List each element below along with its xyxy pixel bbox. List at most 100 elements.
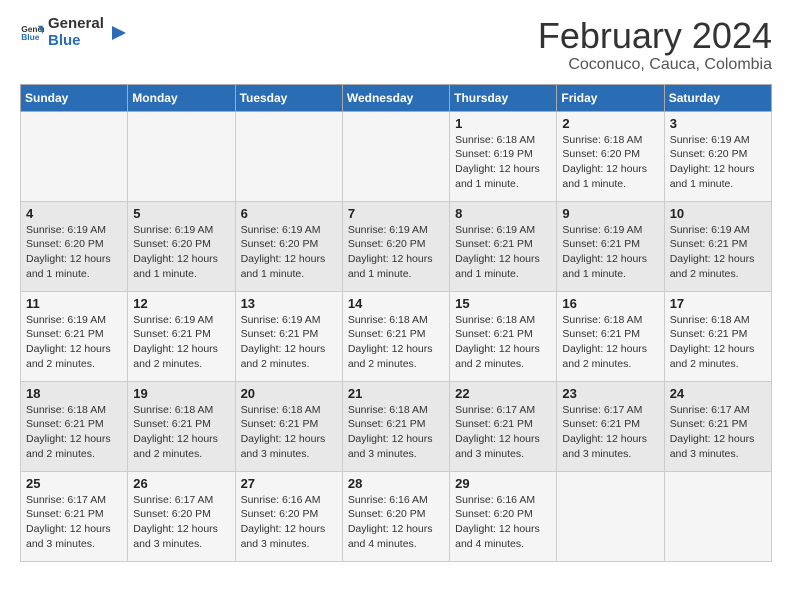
day-number: 27 bbox=[241, 476, 337, 491]
day-info: Sunrise: 6:17 AMSunset: 6:20 PMDaylight:… bbox=[133, 493, 229, 552]
day-info: Sunrise: 6:19 AMSunset: 6:21 PMDaylight:… bbox=[562, 223, 658, 282]
logo-icon: General Blue bbox=[20, 21, 44, 45]
day-number: 10 bbox=[670, 206, 766, 221]
calendar-cell bbox=[128, 111, 235, 201]
day-number: 11 bbox=[26, 296, 122, 311]
calendar-cell: 20 Sunrise: 6:18 AMSunset: 6:21 PMDayligh… bbox=[235, 381, 342, 471]
calendar-cell: 19Sunrise: 6:18 AMSunset: 6:21 PMDayligh… bbox=[128, 381, 235, 471]
day-number: 18 bbox=[26, 386, 122, 401]
calendar-week-row: 18 Sunrise: 6:18 AMSunset: 6:21 PMDayligh… bbox=[21, 381, 772, 471]
day-info: Sunrise: 6:18 AMSunset: 6:21 PMDaylight:… bbox=[26, 403, 122, 462]
day-info: Sunrise: 6:17 AMSunset: 6:21 PMDaylight:… bbox=[670, 403, 766, 462]
day-info: Sunrise: 6:17 AMSunset: 6:21 PMDaylight:… bbox=[26, 493, 122, 552]
svg-text:Blue: Blue bbox=[21, 32, 40, 42]
calendar-cell: 8Sunrise: 6:19 AMSunset: 6:21 PMDaylight… bbox=[450, 201, 557, 291]
day-number: 7 bbox=[348, 206, 444, 221]
calendar-cell bbox=[664, 471, 771, 561]
day-number: 16 bbox=[562, 296, 658, 311]
day-info: Sunrise: 6:18 AMSunset: 6:20 PMDaylight:… bbox=[562, 133, 658, 192]
logo-arrow-icon bbox=[108, 22, 130, 44]
day-info: Sunrise: 6:19 AMSunset: 6:20 PMDaylight:… bbox=[348, 223, 444, 282]
calendar-cell: 11 Sunrise: 6:19 AMSunset: 6:21 PMDayligh… bbox=[21, 291, 128, 381]
day-info: Sunrise: 6:17 AMSunset: 6:21 PMDaylight:… bbox=[562, 403, 658, 462]
day-number: 20 bbox=[241, 386, 337, 401]
day-info: Sunrise: 6:18 AMSunset: 6:21 PMDaylight:… bbox=[348, 403, 444, 462]
calendar-cell: 12 Sunrise: 6:19 AMSunset: 6:21 PMDayligh… bbox=[128, 291, 235, 381]
day-info: Sunrise: 6:19 AMSunset: 6:20 PMDaylight:… bbox=[26, 223, 122, 282]
calendar-cell: 24 Sunrise: 6:17 AMSunset: 6:21 PMDayligh… bbox=[664, 381, 771, 471]
day-info: Sunrise: 6:16 AMSunset: 6:20 PMDaylight:… bbox=[241, 493, 337, 552]
day-info: Sunrise: 6:19 AMSunset: 6:20 PMDaylight:… bbox=[670, 133, 766, 192]
calendar-cell: 6 Sunrise: 6:19 AMSunset: 6:20 PMDaylight… bbox=[235, 201, 342, 291]
calendar-table: SundayMondayTuesdayWednesdayThursdayFrid… bbox=[20, 84, 772, 562]
day-number: 17 bbox=[670, 296, 766, 311]
day-info: Sunrise: 6:16 AMSunset: 6:20 PMDaylight:… bbox=[348, 493, 444, 552]
day-number: 12 bbox=[133, 296, 229, 311]
calendar-cell: 4 Sunrise: 6:19 AMSunset: 6:20 PMDaylight… bbox=[21, 201, 128, 291]
day-number: 29 bbox=[455, 476, 551, 491]
calendar-cell: 16 Sunrise: 6:18 AMSunset: 6:21 PMDayligh… bbox=[557, 291, 664, 381]
calendar-header-monday: Monday bbox=[128, 84, 235, 111]
calendar-week-row: 11 Sunrise: 6:19 AMSunset: 6:21 PMDayligh… bbox=[21, 291, 772, 381]
calendar-header-tuesday: Tuesday bbox=[235, 84, 342, 111]
logo: General Blue General Blue bbox=[20, 16, 130, 49]
day-number: 3 bbox=[670, 116, 766, 131]
calendar-header-thursday: Thursday bbox=[450, 84, 557, 111]
title-area: February 2024 Coconuco, Cauca, Colombia bbox=[538, 16, 772, 74]
calendar-cell: 15Sunrise: 6:18 AMSunset: 6:21 PMDayligh… bbox=[450, 291, 557, 381]
day-number: 25 bbox=[26, 476, 122, 491]
day-number: 22 bbox=[455, 386, 551, 401]
calendar-cell: 25 Sunrise: 6:17 AMSunset: 6:21 PMDayligh… bbox=[21, 471, 128, 561]
day-info: Sunrise: 6:18 AMSunset: 6:21 PMDaylight:… bbox=[241, 403, 337, 462]
calendar-week-row: 1 Sunrise: 6:18 AMSunset: 6:19 PMDaylight… bbox=[21, 111, 772, 201]
day-number: 21 bbox=[348, 386, 444, 401]
header: General Blue General Blue February 2024 … bbox=[20, 16, 772, 74]
day-info: Sunrise: 6:18 AMSunset: 6:21 PMDaylight:… bbox=[562, 313, 658, 372]
day-info: Sunrise: 6:19 AMSunset: 6:20 PMDaylight:… bbox=[241, 223, 337, 282]
calendar-week-row: 25 Sunrise: 6:17 AMSunset: 6:21 PMDayligh… bbox=[21, 471, 772, 561]
calendar-cell: 27 Sunrise: 6:16 AMSunset: 6:20 PMDayligh… bbox=[235, 471, 342, 561]
day-info: Sunrise: 6:18 AMSunset: 6:21 PMDaylight:… bbox=[670, 313, 766, 372]
main-title: February 2024 bbox=[538, 16, 772, 56]
calendar-cell: 5 Sunrise: 6:19 AMSunset: 6:20 PMDaylight… bbox=[128, 201, 235, 291]
calendar-cell: 9 Sunrise: 6:19 AMSunset: 6:21 PMDaylight… bbox=[557, 201, 664, 291]
day-info: Sunrise: 6:19 AMSunset: 6:21 PMDaylight:… bbox=[241, 313, 337, 372]
calendar-header-wednesday: Wednesday bbox=[342, 84, 449, 111]
day-number: 8 bbox=[455, 206, 551, 221]
day-info: Sunrise: 6:18 AMSunset: 6:19 PMDaylight:… bbox=[455, 133, 551, 192]
calendar-cell: 29 Sunrise: 6:16 AMSunset: 6:20 PMDayligh… bbox=[450, 471, 557, 561]
day-number: 23 bbox=[562, 386, 658, 401]
day-number: 9 bbox=[562, 206, 658, 221]
calendar-cell: 26 Sunrise: 6:17 AMSunset: 6:20 PMDayligh… bbox=[128, 471, 235, 561]
calendar-cell: 22Sunrise: 6:17 AMSunset: 6:21 PMDayligh… bbox=[450, 381, 557, 471]
day-number: 13 bbox=[241, 296, 337, 311]
day-number: 5 bbox=[133, 206, 229, 221]
day-info: Sunrise: 6:16 AMSunset: 6:20 PMDaylight:… bbox=[455, 493, 551, 552]
calendar-cell: 28 Sunrise: 6:16 AMSunset: 6:20 PMDayligh… bbox=[342, 471, 449, 561]
day-number: 14 bbox=[348, 296, 444, 311]
day-number: 24 bbox=[670, 386, 766, 401]
calendar-cell: 10Sunrise: 6:19 AMSunset: 6:21 PMDayligh… bbox=[664, 201, 771, 291]
day-number: 1 bbox=[455, 116, 551, 131]
day-info: Sunrise: 6:19 AMSunset: 6:21 PMDaylight:… bbox=[26, 313, 122, 372]
calendar-header-saturday: Saturday bbox=[664, 84, 771, 111]
calendar-cell bbox=[21, 111, 128, 201]
day-number: 6 bbox=[241, 206, 337, 221]
day-info: Sunrise: 6:19 AMSunset: 6:20 PMDaylight:… bbox=[133, 223, 229, 282]
day-info: Sunrise: 6:18 AMSunset: 6:21 PMDaylight:… bbox=[133, 403, 229, 462]
calendar-cell: 14 Sunrise: 6:18 AMSunset: 6:21 PMDayligh… bbox=[342, 291, 449, 381]
calendar-cell: 18 Sunrise: 6:18 AMSunset: 6:21 PMDayligh… bbox=[21, 381, 128, 471]
day-number: 4 bbox=[26, 206, 122, 221]
calendar-cell: 3 Sunrise: 6:19 AMSunset: 6:20 PMDaylight… bbox=[664, 111, 771, 201]
day-info: Sunrise: 6:18 AMSunset: 6:21 PMDaylight:… bbox=[348, 313, 444, 372]
calendar-cell bbox=[235, 111, 342, 201]
day-number: 26 bbox=[133, 476, 229, 491]
day-number: 15 bbox=[455, 296, 551, 311]
day-number: 28 bbox=[348, 476, 444, 491]
calendar-week-row: 4 Sunrise: 6:19 AMSunset: 6:20 PMDaylight… bbox=[21, 201, 772, 291]
calendar-cell: 17 Sunrise: 6:18 AMSunset: 6:21 PMDayligh… bbox=[664, 291, 771, 381]
calendar-cell: 2Sunrise: 6:18 AMSunset: 6:20 PMDaylight… bbox=[557, 111, 664, 201]
day-info: Sunrise: 6:19 AMSunset: 6:21 PMDaylight:… bbox=[133, 313, 229, 372]
calendar-cell: 23 Sunrise: 6:17 AMSunset: 6:21 PMDayligh… bbox=[557, 381, 664, 471]
calendar-header-friday: Friday bbox=[557, 84, 664, 111]
